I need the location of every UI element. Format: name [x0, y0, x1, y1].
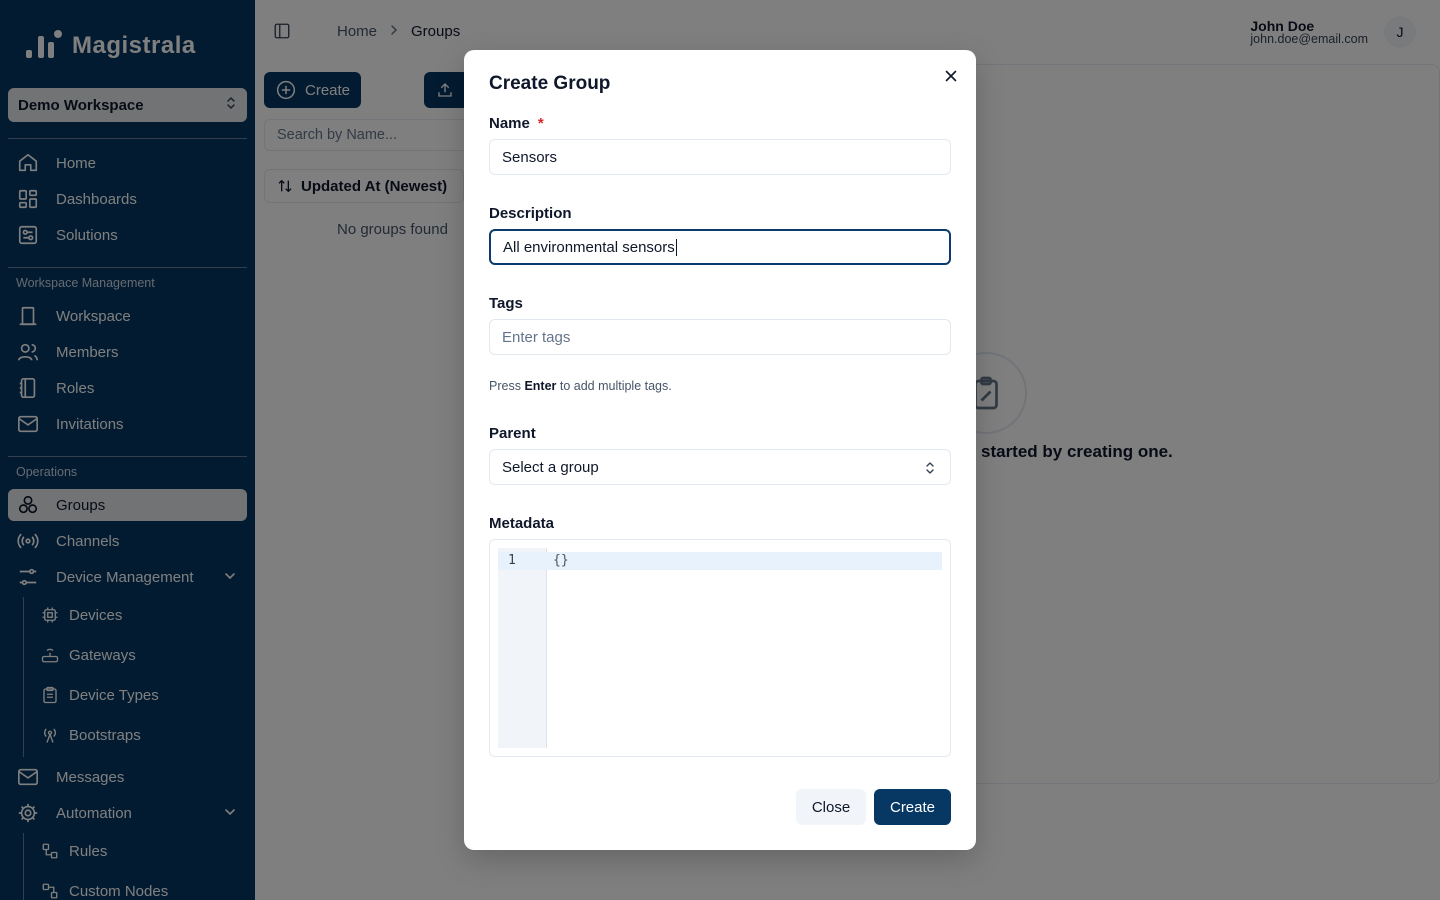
dialog-title: Create Group — [489, 73, 611, 94]
description-field[interactable]: All environmental sensors — [489, 229, 951, 265]
editor-code[interactable]: {} — [553, 553, 569, 568]
tags-input[interactable]: Enter tags — [489, 319, 951, 355]
metadata-label: Metadata — [489, 515, 555, 532]
hint-prefix: Press — [489, 379, 525, 393]
name-value: Sensors — [502, 148, 558, 166]
required-marker: * — [537, 115, 544, 132]
description-label: Description — [489, 205, 572, 222]
name-field[interactable]: Sensors — [489, 139, 951, 175]
parent-label: Parent — [489, 425, 536, 442]
name-label-text: Name — [489, 115, 530, 132]
tags-hint: Press Enter to add multiple tags. — [489, 379, 672, 393]
name-label: Name * — [489, 115, 544, 132]
close-button[interactable]: Close — [796, 789, 866, 825]
hint-suffix: to add multiple tags. — [556, 379, 672, 393]
text-caret — [675, 238, 677, 256]
metadata-editor[interactable]: 1 {} — [489, 539, 951, 757]
description-value: All environmental sensors — [503, 238, 675, 256]
line-number: 1 — [508, 553, 516, 568]
tags-label: Tags — [489, 295, 523, 312]
create-group-dialog: Create Group Name * Sensors Description A… — [464, 50, 976, 850]
chevron-updown-icon — [924, 460, 936, 480]
close-icon[interactable] — [943, 68, 959, 84]
parent-select[interactable]: Select a group — [489, 449, 951, 485]
editor-gutter — [498, 548, 547, 748]
create-button[interactable]: Create — [874, 789, 951, 825]
parent-value: Select a group — [502, 458, 599, 476]
hint-key: Enter — [524, 379, 557, 393]
